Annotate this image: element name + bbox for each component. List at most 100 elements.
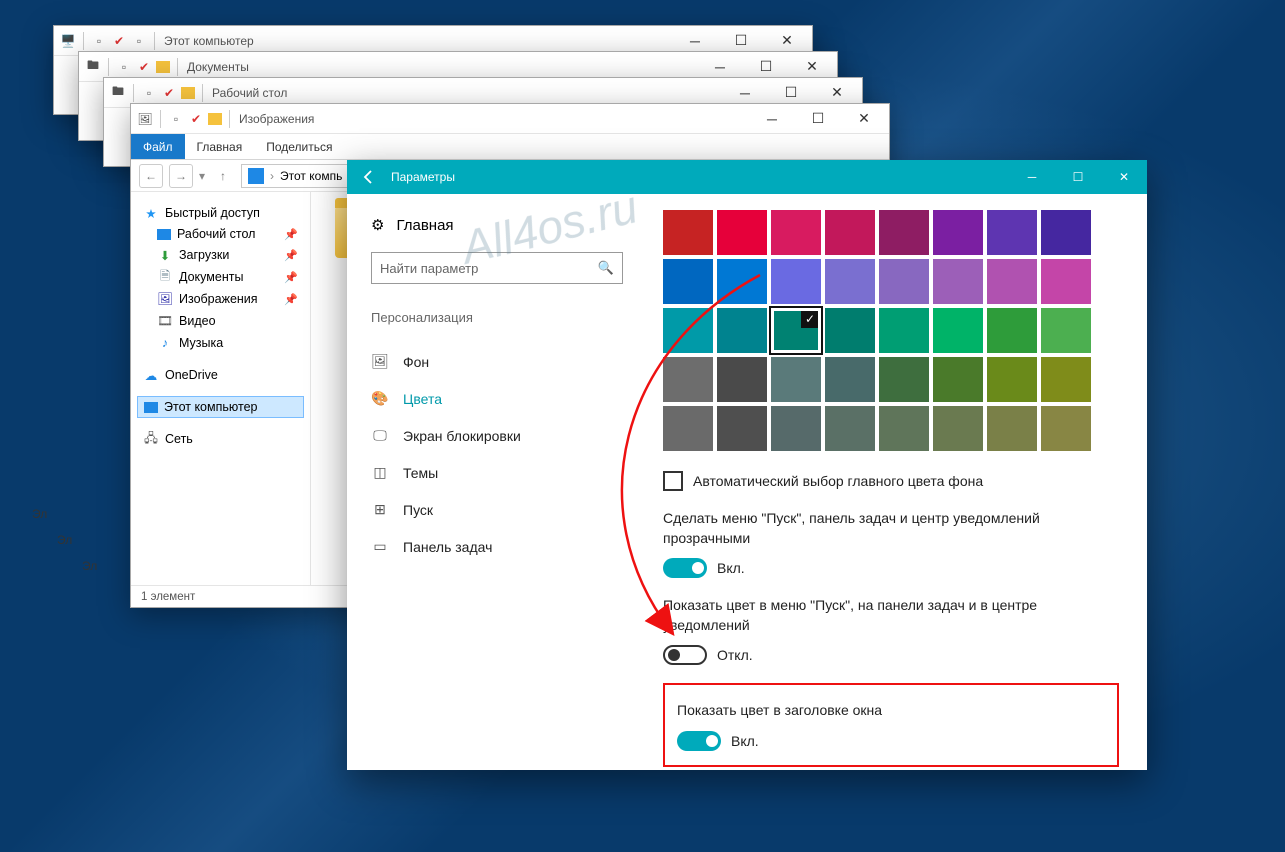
color-swatch[interactable] [987,308,1037,353]
nav-item-themes[interactable]: ◫ Темы [371,454,623,491]
ribbon-tab-file[interactable]: Файл [131,134,185,159]
minimize-button[interactable]: ─ [749,104,795,134]
nav-item-start[interactable]: ⊞ Пуск [371,491,623,528]
maximize-button[interactable]: ☐ [795,104,841,134]
color-swatch[interactable] [717,210,767,255]
color-swatch[interactable] [717,406,767,451]
minimize-button[interactable]: ─ [1009,160,1055,194]
pin-icon: 📌 [284,249,298,262]
picture-icon: 🖼 [371,353,389,370]
color-swatch[interactable] [879,308,929,353]
color-swatch[interactable] [771,210,821,255]
sidebar-item-documents[interactable]: 🗎 Документы 📌 [137,266,304,288]
sidebar-item-downloads[interactable]: ⬇ Загрузки 📌 [137,244,304,266]
search-input[interactable]: Найти параметр 🔍 [371,252,623,284]
nav-item-taskbar[interactable]: ▭ Панель задач [371,528,623,565]
color-swatch[interactable] [987,357,1037,402]
color-swatch[interactable] [663,357,713,402]
show-color-start-toggle[interactable] [663,645,707,665]
computer-icon [248,168,264,184]
nav-forward-button[interactable]: → [169,164,193,188]
color-swatch[interactable] [987,259,1037,304]
color-swatch[interactable] [933,210,983,255]
transparency-toggle[interactable] [663,558,707,578]
color-swatch[interactable] [1041,259,1091,304]
window-title: Рабочий стол [212,86,287,100]
nav-back-button[interactable]: ← [139,164,163,188]
close-button[interactable]: ✕ [841,104,887,134]
color-swatch[interactable] [717,308,767,353]
theme-icon: ◫ [371,464,389,481]
nav-up-button[interactable]: ↑ [211,164,235,188]
folder-icon: 🖿 [110,85,126,101]
nav-item-lockscreen[interactable]: 🖵 Экран блокировки [371,417,623,454]
auto-pick-row[interactable]: Автоматический выбор главного цвета фона [663,471,1119,491]
color-swatch[interactable] [825,259,875,304]
computer-icon: 🖥️ [60,33,76,49]
sidebar-network[interactable]: 🖧 Сеть [137,428,304,450]
close-button[interactable]: ✕ [1101,160,1147,194]
computer-icon [144,402,158,413]
color-swatch[interactable] [825,357,875,402]
sidebar-quick-access[interactable]: ★ Быстрый доступ [137,202,304,224]
star-icon: ★ [143,205,159,221]
partial-label: Эл [32,507,47,521]
sidebar-onedrive[interactable]: ☁ OneDrive [137,364,304,386]
color-swatch[interactable] [825,406,875,451]
search-icon: 🔍 [598,260,614,276]
color-swatch[interactable] [879,210,929,255]
gear-icon: ⚙ [371,216,384,234]
settings-home[interactable]: ⚙ Главная [371,216,623,234]
color-swatch[interactable] [663,259,713,304]
color-swatch[interactable] [933,406,983,451]
ribbon-tab-home[interactable]: Главная [185,134,255,159]
color-swatch[interactable] [1041,357,1091,402]
sidebar-item-videos[interactable]: 🎞 Видео [137,310,304,332]
color-swatch[interactable] [771,357,821,402]
color-swatch[interactable] [987,210,1037,255]
color-swatch[interactable] [663,210,713,255]
color-swatch[interactable] [933,308,983,353]
color-swatch[interactable] [1041,210,1091,255]
show-color-start-label: Показать цвет в меню "Пуск", на панели з… [663,596,1119,635]
color-swatch[interactable] [717,259,767,304]
nav-item-colors[interactable]: 🎨 Цвета [371,380,623,417]
color-palette: ✓ [663,210,1119,451]
color-swatch[interactable] [663,406,713,451]
color-swatch[interactable]: ✓ [771,308,821,353]
color-swatch[interactable] [771,406,821,451]
color-swatch[interactable] [825,210,875,255]
color-swatch[interactable] [933,357,983,402]
color-swatch[interactable] [879,406,929,451]
settings-titlebar: Параметры ─ ☐ ✕ [347,160,1147,194]
color-swatch[interactable] [933,259,983,304]
checkbox[interactable] [663,471,683,491]
color-swatch[interactable] [717,357,767,402]
pin-icon: 📌 [284,293,298,306]
explorer-sidebar: ★ Быстрый доступ Рабочий стол 📌 ⬇ Загруз… [131,192,311,585]
pictures-icon: 🖼 [157,291,173,307]
sidebar-item-pictures[interactable]: 🖼 Изображения 📌 [137,288,304,310]
settings-window: Параметры ─ ☐ ✕ ⚙ Главная Найти параметр… [347,160,1147,770]
nav-history-icon[interactable]: ▾ [199,169,205,183]
sidebar-item-desktop[interactable]: Рабочий стол 📌 [137,224,304,244]
color-swatch[interactable] [879,357,929,402]
download-icon: ⬇ [157,247,173,263]
color-swatch[interactable] [1041,406,1091,451]
nav-item-background[interactable]: 🖼 Фон [371,343,623,380]
color-swatch[interactable] [825,308,875,353]
network-icon: 🖧 [143,431,159,447]
back-button[interactable] [347,160,391,194]
maximize-button[interactable]: ☐ [1055,160,1101,194]
color-swatch[interactable] [987,406,1037,451]
color-swatch[interactable] [771,259,821,304]
show-color-title-toggle[interactable] [677,731,721,751]
sidebar-this-pc[interactable]: Этот компьютер [137,396,304,418]
ribbon: Файл Главная Поделиться [131,134,889,160]
color-swatch[interactable] [663,308,713,353]
ribbon-tab-share[interactable]: Поделиться [254,134,344,159]
sidebar-item-music[interactable]: ♪ Музыка [137,332,304,354]
documents-icon: 🗎 [157,269,173,285]
color-swatch[interactable] [879,259,929,304]
color-swatch[interactable] [1041,308,1091,353]
